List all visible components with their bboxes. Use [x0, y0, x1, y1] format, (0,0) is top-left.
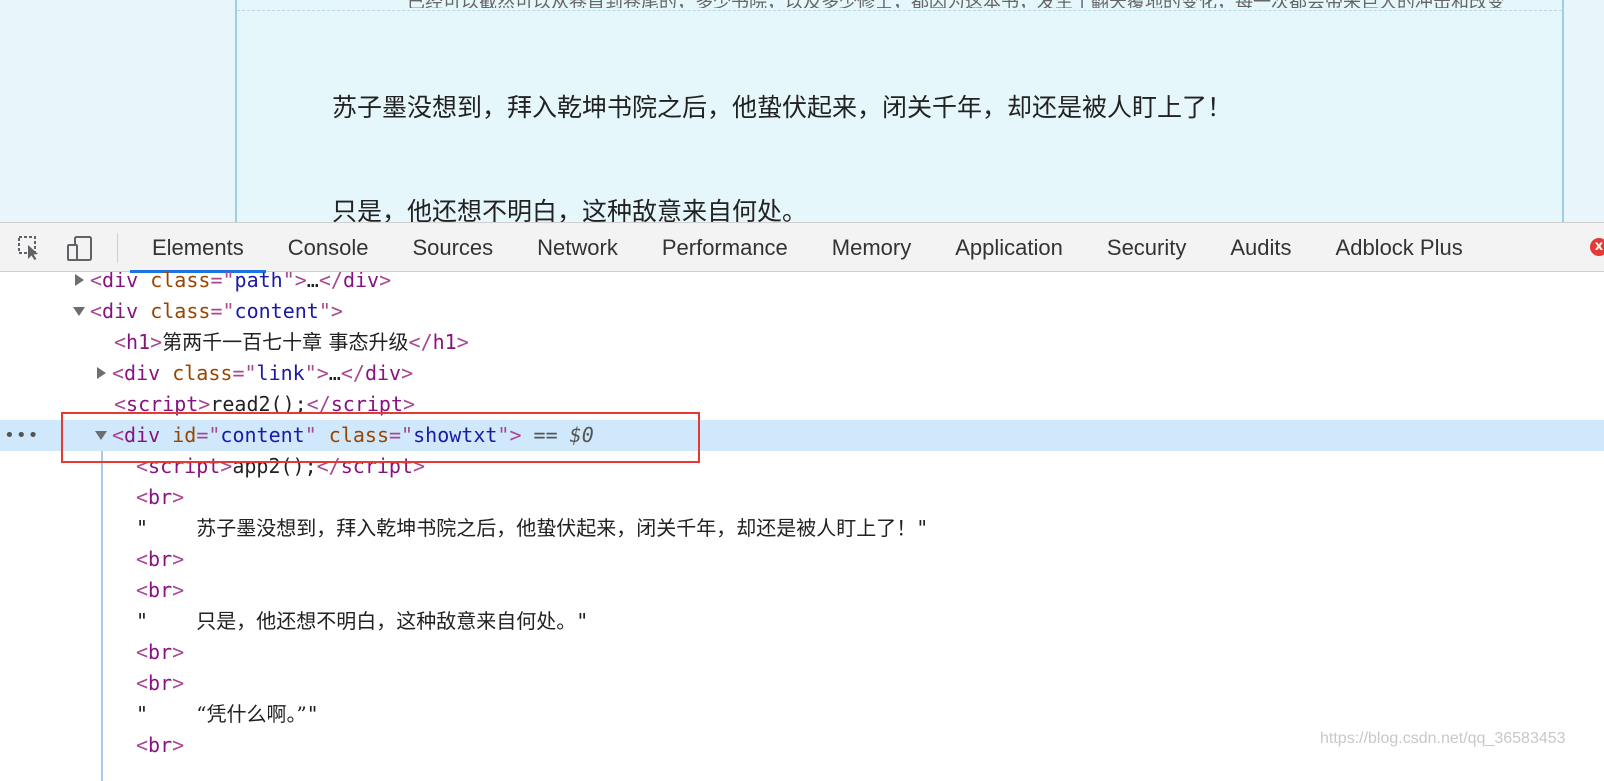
- more-options-icon[interactable]: •••: [4, 420, 40, 451]
- paragraph-1: 苏子墨没想到，拜入乾坤书院之后，他蛰伏起来，闭关千年，却还是被人盯上了！: [332, 93, 1233, 122]
- page-viewport: 已经可以截然可以从卷首到卷尾的，多少书院，以及多少修士，都因为这本书，发生了翻天…: [0, 0, 1604, 222]
- tree-node-h1[interactable]: <h1>第两千一百七十章 事态升级</h1>: [0, 327, 1604, 358]
- tab-console[interactable]: Console: [266, 223, 391, 272]
- tab-elements[interactable]: Elements: [130, 223, 266, 273]
- tree-node-showtxt-selected[interactable]: ••• <div id="content" class="showtxt"> =…: [0, 420, 1604, 451]
- expand-arrow-icon[interactable]: [75, 274, 84, 286]
- reader-content: 已经可以截然可以从卷首到卷尾的，多少书院，以及多少修士，都因为这本书，发生了翻天…: [235, 0, 1564, 222]
- inspect-element-button[interactable]: [16, 234, 44, 262]
- expand-arrow-icon[interactable]: [97, 367, 106, 379]
- tree-node-br[interactable]: <br>: [0, 575, 1604, 606]
- collapse-arrow-icon[interactable]: [73, 307, 85, 316]
- tree-text-node[interactable]: " 只是，他还想不明白，这种敌意来自何处。": [0, 606, 1604, 637]
- elements-tree: <div class="path">…</div> <div class="co…: [0, 272, 1604, 774]
- devtools-toolbar: Elements Console Sources Network Perform…: [0, 222, 1604, 273]
- tree-node-br[interactable]: <br>: [0, 668, 1604, 699]
- tree-node-link[interactable]: <div class="link">…</div>: [0, 358, 1604, 389]
- tab-sources[interactable]: Sources: [390, 223, 515, 272]
- tree-node-script-app2[interactable]: <script>app2();</script>: [0, 451, 1604, 482]
- error-count-icon[interactable]: x: [1590, 238, 1604, 256]
- tree-node-br[interactable]: <br>: [0, 637, 1604, 668]
- devtools-tabs: Elements Console Sources Network Perform…: [130, 223, 1485, 273]
- tree-node-br[interactable]: <br>: [0, 544, 1604, 575]
- tree-indent-guide: [101, 451, 103, 781]
- tab-security[interactable]: Security: [1085, 223, 1208, 272]
- tree-node-script-read2[interactable]: <script>read2();</script>: [0, 389, 1604, 420]
- device-mobile-icon: [67, 236, 92, 261]
- tab-application[interactable]: Application: [933, 223, 1085, 272]
- watermark: https://blog.csdn.net/qq_36583453: [1320, 730, 1566, 747]
- cursor-select-icon: [18, 236, 38, 260]
- tab-audits[interactable]: Audits: [1208, 223, 1313, 272]
- dashed-divider: [237, 10, 1562, 11]
- cut-off-text-line: 已经可以截然可以从卷首到卷尾的，多少书院，以及多少修士，都因为这本书，发生了翻天…: [407, 0, 1547, 8]
- tab-network[interactable]: Network: [515, 223, 640, 272]
- tree-node-content[interactable]: <div class="content">: [0, 296, 1604, 327]
- tab-adblock-plus[interactable]: Adblock Plus: [1314, 223, 1485, 272]
- tree-text-node[interactable]: " 苏子墨没想到，拜入乾坤书院之后，他蛰伏起来，闭关千年，却还是被人盯上了！": [0, 513, 1604, 544]
- tree-node-br[interactable]: <br>: [0, 482, 1604, 513]
- tab-performance[interactable]: Performance: [640, 223, 810, 272]
- tab-memory[interactable]: Memory: [810, 223, 933, 272]
- paragraph-2: 只是，他还想不明白，这种敌意来自何处。: [332, 197, 808, 222]
- device-toolbar-button[interactable]: [66, 234, 94, 262]
- collapse-arrow-icon[interactable]: [95, 431, 107, 440]
- toolbar-separator: [117, 233, 118, 263]
- tree-node-path[interactable]: <div class="path">…</div>: [0, 272, 1604, 296]
- tree-text-node[interactable]: " “凭什么啊。”": [0, 699, 1604, 730]
